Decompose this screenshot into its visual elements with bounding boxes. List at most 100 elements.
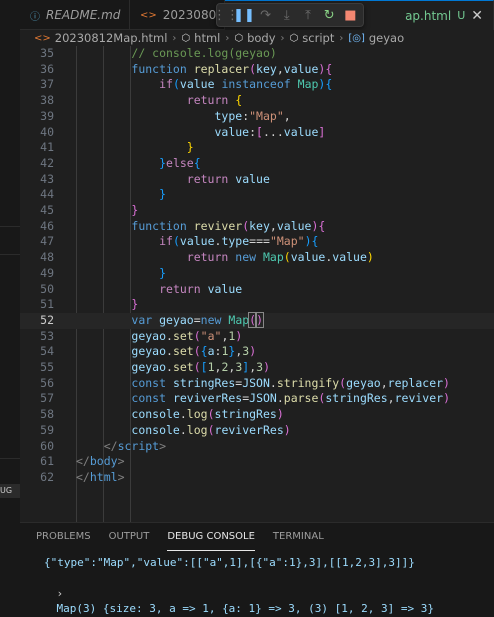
code-token: . — [179, 407, 187, 422]
code-line[interactable]: 40 value:[...value] — [20, 125, 494, 141]
code-line[interactable]: 56 const stringRes=JSON.stringify(geyao,… — [20, 376, 494, 392]
stop-icon[interactable]: ■ — [341, 5, 360, 25]
step-over-icon[interactable]: ↷ — [256, 5, 275, 25]
code-line[interactable]: 49 } — [20, 266, 494, 282]
line-number: 56 — [40, 375, 54, 390]
tab-output[interactable]: OUTPUT — [109, 531, 150, 551]
line-number: 39 — [40, 108, 54, 123]
step-into-icon[interactable]: ⤓ — [277, 5, 296, 25]
code-line[interactable]: 61 </body> — [20, 454, 494, 470]
line-number: 60 — [40, 438, 54, 453]
tab-label: ap.html — [405, 8, 452, 23]
code-line[interactable]: 39 type:"Map", — [20, 109, 494, 125]
code-token: value — [332, 250, 367, 265]
tab-readme[interactable]: ⓘ README.md — [20, 0, 130, 30]
chevron-right-icon: › — [225, 32, 230, 44]
activity-divider — [0, 458, 20, 459]
code-token: Map — [297, 77, 319, 92]
code-line[interactable]: 41 } — [20, 140, 494, 156]
line-number: 37 — [40, 77, 54, 92]
code-token: value — [290, 250, 326, 265]
code-line[interactable]: 47 if(value.type==="Map"){ — [20, 234, 494, 250]
code-line[interactable]: 54 geyao.set({a:1},3) — [20, 344, 494, 360]
tab-debug-console[interactable]: DEBUG CONSOLE — [167, 531, 255, 551]
code-line[interactable]: 46 function reviver(key,value){ — [20, 219, 494, 235]
drag-handle-icon[interactable]: ⋮⋮ — [213, 5, 239, 25]
pause-icon[interactable]: ❚❚ — [233, 5, 255, 25]
code-text: </html> — [76, 470, 125, 486]
chevron-right-icon: › — [339, 32, 344, 44]
tab-problems[interactable]: PROBLEMS — [36, 531, 91, 551]
breadcrumb-geyao[interactable]: geyao — [369, 31, 404, 45]
code-token: , — [380, 375, 388, 390]
code-token: key — [249, 218, 270, 233]
code-text: </script> — [76, 439, 166, 455]
code-line[interactable]: 48 return new Map(value.value) — [20, 250, 494, 266]
breadcrumb-html[interactable]: html — [194, 31, 220, 45]
code-line[interactable]: 50 return value — [20, 282, 494, 298]
debug-view-label[interactable]: UG — [0, 484, 20, 498]
code-text: function reviver(key,value){ — [76, 219, 325, 235]
code-line[interactable]: 60 </script> — [20, 439, 494, 455]
code-token: { — [318, 218, 326, 233]
code-line[interactable]: 62 </html> — [20, 470, 494, 486]
code-line[interactable]: 35 // console.log(geyao) — [20, 46, 494, 62]
code-text: geyao.set("a",1) — [76, 329, 242, 345]
tab-20230809map[interactable]: <> 20230809Map — [130, 0, 225, 30]
line-number: 35 — [40, 46, 54, 60]
code-token: key — [256, 61, 277, 76]
code-line[interactable]: 51 } — [20, 297, 494, 313]
line-number: 46 — [40, 218, 54, 233]
code-line[interactable]: 53 geyao.set("a",1) — [20, 329, 494, 345]
code-token: else — [166, 155, 194, 170]
code-line[interactable]: 38 return { — [20, 93, 494, 109]
code-token: const — [131, 375, 167, 390]
code-token: geyao — [346, 375, 381, 390]
tab-terminal[interactable]: TERMINAL — [273, 531, 324, 551]
code-token: new — [235, 250, 257, 265]
code-line[interactable]: 58 console.log(stringRes) — [20, 407, 494, 423]
restart-icon[interactable]: ↻ — [320, 5, 339, 25]
code-token: Map — [262, 250, 284, 265]
code-line[interactable]: 57 const reviverRes=JSON.parse(stringRes… — [20, 391, 494, 407]
close-icon[interactable]: ✕ — [471, 8, 483, 24]
breadcrumb-file[interactable]: 20230812Map.html — [55, 31, 168, 45]
code-line[interactable]: 44 } — [20, 187, 494, 203]
code-token: type — [221, 234, 250, 249]
code-token: reviver — [394, 391, 444, 406]
breadcrumb: <> 20230812Map.html › ⬡ html › ⬡ body › … — [20, 30, 494, 46]
code-line[interactable]: 45 } — [20, 203, 494, 219]
code-token: set — [172, 344, 194, 359]
code-token: JSON — [242, 375, 270, 390]
breadcrumb-script[interactable]: script — [302, 31, 334, 45]
code-editor[interactable]: 35 // console.log(geyao) 36 function repl… — [20, 46, 494, 522]
code-text: // console.log(geyao) — [76, 46, 276, 62]
breadcrumb-body[interactable]: body — [247, 31, 275, 45]
chevron-right-icon[interactable]: › — [57, 587, 64, 600]
code-line[interactable]: 52 var geyao=new Map() — [20, 311, 494, 329]
code-token: { — [200, 344, 208, 359]
code-token: ( — [193, 344, 201, 359]
code-token: ( — [207, 407, 215, 422]
code-token: ) — [249, 344, 257, 359]
code-line[interactable]: 55 geyao.set([1,2,3],3) — [20, 360, 494, 376]
code-token: . — [166, 328, 173, 343]
code-line[interactable]: 37 if(value instanceof Map){ — [20, 77, 494, 93]
code-line[interactable]: 42 }else{ — [20, 156, 494, 172]
code-token: "Map" — [269, 234, 305, 249]
step-out-icon[interactable]: ⤒ — [298, 5, 317, 25]
code-line[interactable]: 59 console.log(reviverRes) — [20, 423, 494, 439]
code-line[interactable]: 36 function replacer(key,value){ — [20, 62, 494, 78]
console-output-map[interactable]: › Map(3) {size: 3, a => 1, {a: 1} => 3, … — [30, 571, 435, 617]
code-line[interactable]: 43 return value — [20, 172, 494, 188]
